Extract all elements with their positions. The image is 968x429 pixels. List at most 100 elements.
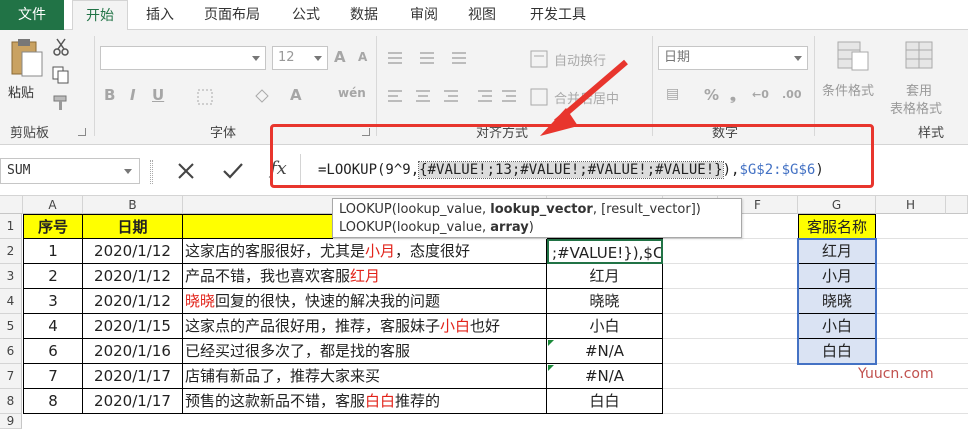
- cell-seq[interactable]: 7: [23, 364, 83, 389]
- increase-decimal-icon[interactable]: ←0: [752, 88, 769, 101]
- name-box[interactable]: SUM: [0, 158, 140, 184]
- lookup-list-item[interactable]: 晓晓: [798, 289, 876, 314]
- conditional-format-button[interactable]: 条件格式: [822, 80, 874, 99]
- tab-view[interactable]: 视图: [456, 0, 508, 30]
- underline-icon[interactable]: U: [152, 86, 164, 104]
- merge-center-icon[interactable]: [530, 88, 548, 106]
- column-header-g[interactable]: G: [798, 196, 876, 214]
- lookup-header-cell[interactable]: 客服名称: [798, 214, 876, 239]
- cell-result[interactable]: #N/A: [547, 339, 663, 364]
- tab-file[interactable]: 文件: [0, 0, 64, 30]
- cell-date[interactable]: 2020/1/12: [83, 239, 183, 264]
- format-as-table-label-1[interactable]: 套用: [906, 80, 932, 99]
- column-header-i[interactable]: [946, 196, 968, 214]
- cell-comment[interactable]: 这家点的产品很好用，推荐，客服妹子小白也好: [183, 314, 547, 339]
- conditional-format-icon[interactable]: [836, 40, 870, 72]
- cell-result[interactable]: 白白: [547, 389, 663, 414]
- row-header[interactable]: 9: [0, 414, 22, 429]
- align-top-icon[interactable]: [386, 50, 506, 68]
- cell-date[interactable]: 2020/1/17: [83, 364, 183, 389]
- tab-data[interactable]: 数据: [338, 0, 390, 30]
- lookup-list-item[interactable]: 红月: [798, 239, 876, 264]
- tab-developer[interactable]: 开发工具: [518, 0, 598, 30]
- fill-color-icon[interactable]: [252, 86, 272, 106]
- select-all-corner[interactable]: [0, 196, 23, 214]
- header-cell-comment[interactable]: [183, 214, 333, 239]
- row-header[interactable]: 6: [0, 339, 22, 364]
- cell-seq[interactable]: 2: [23, 264, 83, 289]
- confirm-icon[interactable]: [222, 161, 244, 181]
- row-header[interactable]: 8: [0, 389, 22, 414]
- decrease-font-icon[interactable]: A: [358, 50, 367, 64]
- font-name-combo[interactable]: [100, 46, 266, 70]
- column-header-h[interactable]: H: [876, 196, 946, 214]
- cell-result[interactable]: #N/A: [547, 364, 663, 389]
- header-cell-seq[interactable]: 序号: [23, 214, 83, 239]
- cell-date[interactable]: 2020/1/15: [83, 314, 183, 339]
- copy-icon[interactable]: [52, 66, 70, 84]
- cell-seq[interactable]: 6: [23, 339, 83, 364]
- cell-comment[interactable]: 这家店的客服很好，尤其是小月，态度很好: [183, 239, 547, 264]
- cell-result[interactable]: 小白: [547, 314, 663, 339]
- align-left-icon[interactable]: [386, 88, 526, 106]
- tab-page-layout[interactable]: 页面布局: [192, 0, 272, 30]
- cell-result-editing[interactable]: ;#VALUE!}),$C: [547, 239, 663, 264]
- column-header-b[interactable]: B: [83, 196, 183, 214]
- format-painter-icon[interactable]: [52, 94, 70, 112]
- lookup-list-item[interactable]: 小月: [798, 264, 876, 289]
- cell-result[interactable]: 红月: [547, 264, 663, 289]
- lookup-list-item[interactable]: 小白: [798, 314, 876, 339]
- column-header-a[interactable]: A: [23, 196, 83, 214]
- tab-insert[interactable]: 插入: [134, 0, 186, 30]
- clipboard-launcher-icon[interactable]: [78, 128, 86, 136]
- cell-comment[interactable]: 产品不错，我也喜欢客服红月: [183, 264, 547, 289]
- format-as-table-icon[interactable]: [904, 40, 938, 72]
- comma-icon[interactable]: ❟: [730, 86, 736, 104]
- cell-date[interactable]: 2020/1/12: [83, 289, 183, 314]
- cell-seq[interactable]: 3: [23, 289, 83, 314]
- row-header[interactable]: 1: [0, 214, 22, 239]
- font-color-icon[interactable]: A: [290, 86, 302, 104]
- cut-icon[interactable]: [52, 38, 70, 56]
- border-icon[interactable]: [196, 88, 214, 106]
- cell-date[interactable]: 2020/1/16: [83, 339, 183, 364]
- merge-center-button[interactable]: 合并后居中: [554, 88, 619, 107]
- cell-result[interactable]: 晓晓: [547, 289, 663, 314]
- font-size-combo[interactable]: 12: [272, 46, 328, 70]
- format-as-table-label-2[interactable]: 表格格式: [890, 98, 942, 117]
- formula-bar-grip[interactable]: [150, 160, 153, 184]
- currency-icon[interactable]: ▤: [666, 86, 679, 102]
- row-header[interactable]: 3: [0, 264, 22, 289]
- row-header[interactable]: 7: [0, 364, 22, 389]
- row-header[interactable]: 5: [0, 314, 22, 339]
- wrap-text-icon[interactable]: [530, 50, 548, 68]
- tab-formulas[interactable]: 公式: [280, 0, 332, 30]
- lookup-list-item[interactable]: 白白: [798, 339, 876, 364]
- cell-comment[interactable]: 店铺有新品了，推荐大家来买: [183, 364, 547, 389]
- cell-seq[interactable]: 8: [23, 389, 83, 414]
- italic-icon[interactable]: I: [130, 86, 136, 104]
- cell-comment[interactable]: 预售的这款新品不错，客服白白推荐的: [183, 389, 547, 414]
- percent-icon[interactable]: %: [704, 86, 719, 104]
- decrease-decimal-icon[interactable]: .00: [782, 88, 802, 101]
- cell-comment[interactable]: 晓晓回复的很快，快速的解决我的问题: [183, 289, 547, 314]
- tab-home[interactable]: 开始: [72, 0, 128, 31]
- header-cell-date[interactable]: 日期: [83, 214, 183, 239]
- tab-review[interactable]: 审阅: [398, 0, 450, 30]
- row-header[interactable]: 2: [0, 239, 22, 264]
- paste-button[interactable]: 粘贴: [6, 38, 46, 108]
- cell-date[interactable]: 2020/1/17: [83, 389, 183, 414]
- cell-date[interactable]: 2020/1/12: [83, 264, 183, 289]
- increase-font-icon[interactable]: A: [334, 48, 346, 66]
- row-header[interactable]: 4: [0, 289, 22, 314]
- cancel-icon[interactable]: [176, 161, 196, 181]
- number-format-combo[interactable]: 日期: [658, 46, 808, 70]
- cell-comment[interactable]: 已经买过很多次了，都是找的客服: [183, 339, 547, 364]
- tooltip-line-2[interactable]: LOOKUP(lookup_value, array): [339, 219, 735, 237]
- tooltip-line-1[interactable]: LOOKUP(lookup_value, lookup_vector, [res…: [339, 201, 735, 219]
- cell-seq[interactable]: 4: [23, 314, 83, 339]
- chevron-down-icon[interactable]: [124, 169, 132, 174]
- bold-icon[interactable]: B: [104, 86, 115, 104]
- wrap-text-button[interactable]: 自动换行: [554, 50, 606, 69]
- phonetic-icon[interactable]: wén: [338, 86, 366, 100]
